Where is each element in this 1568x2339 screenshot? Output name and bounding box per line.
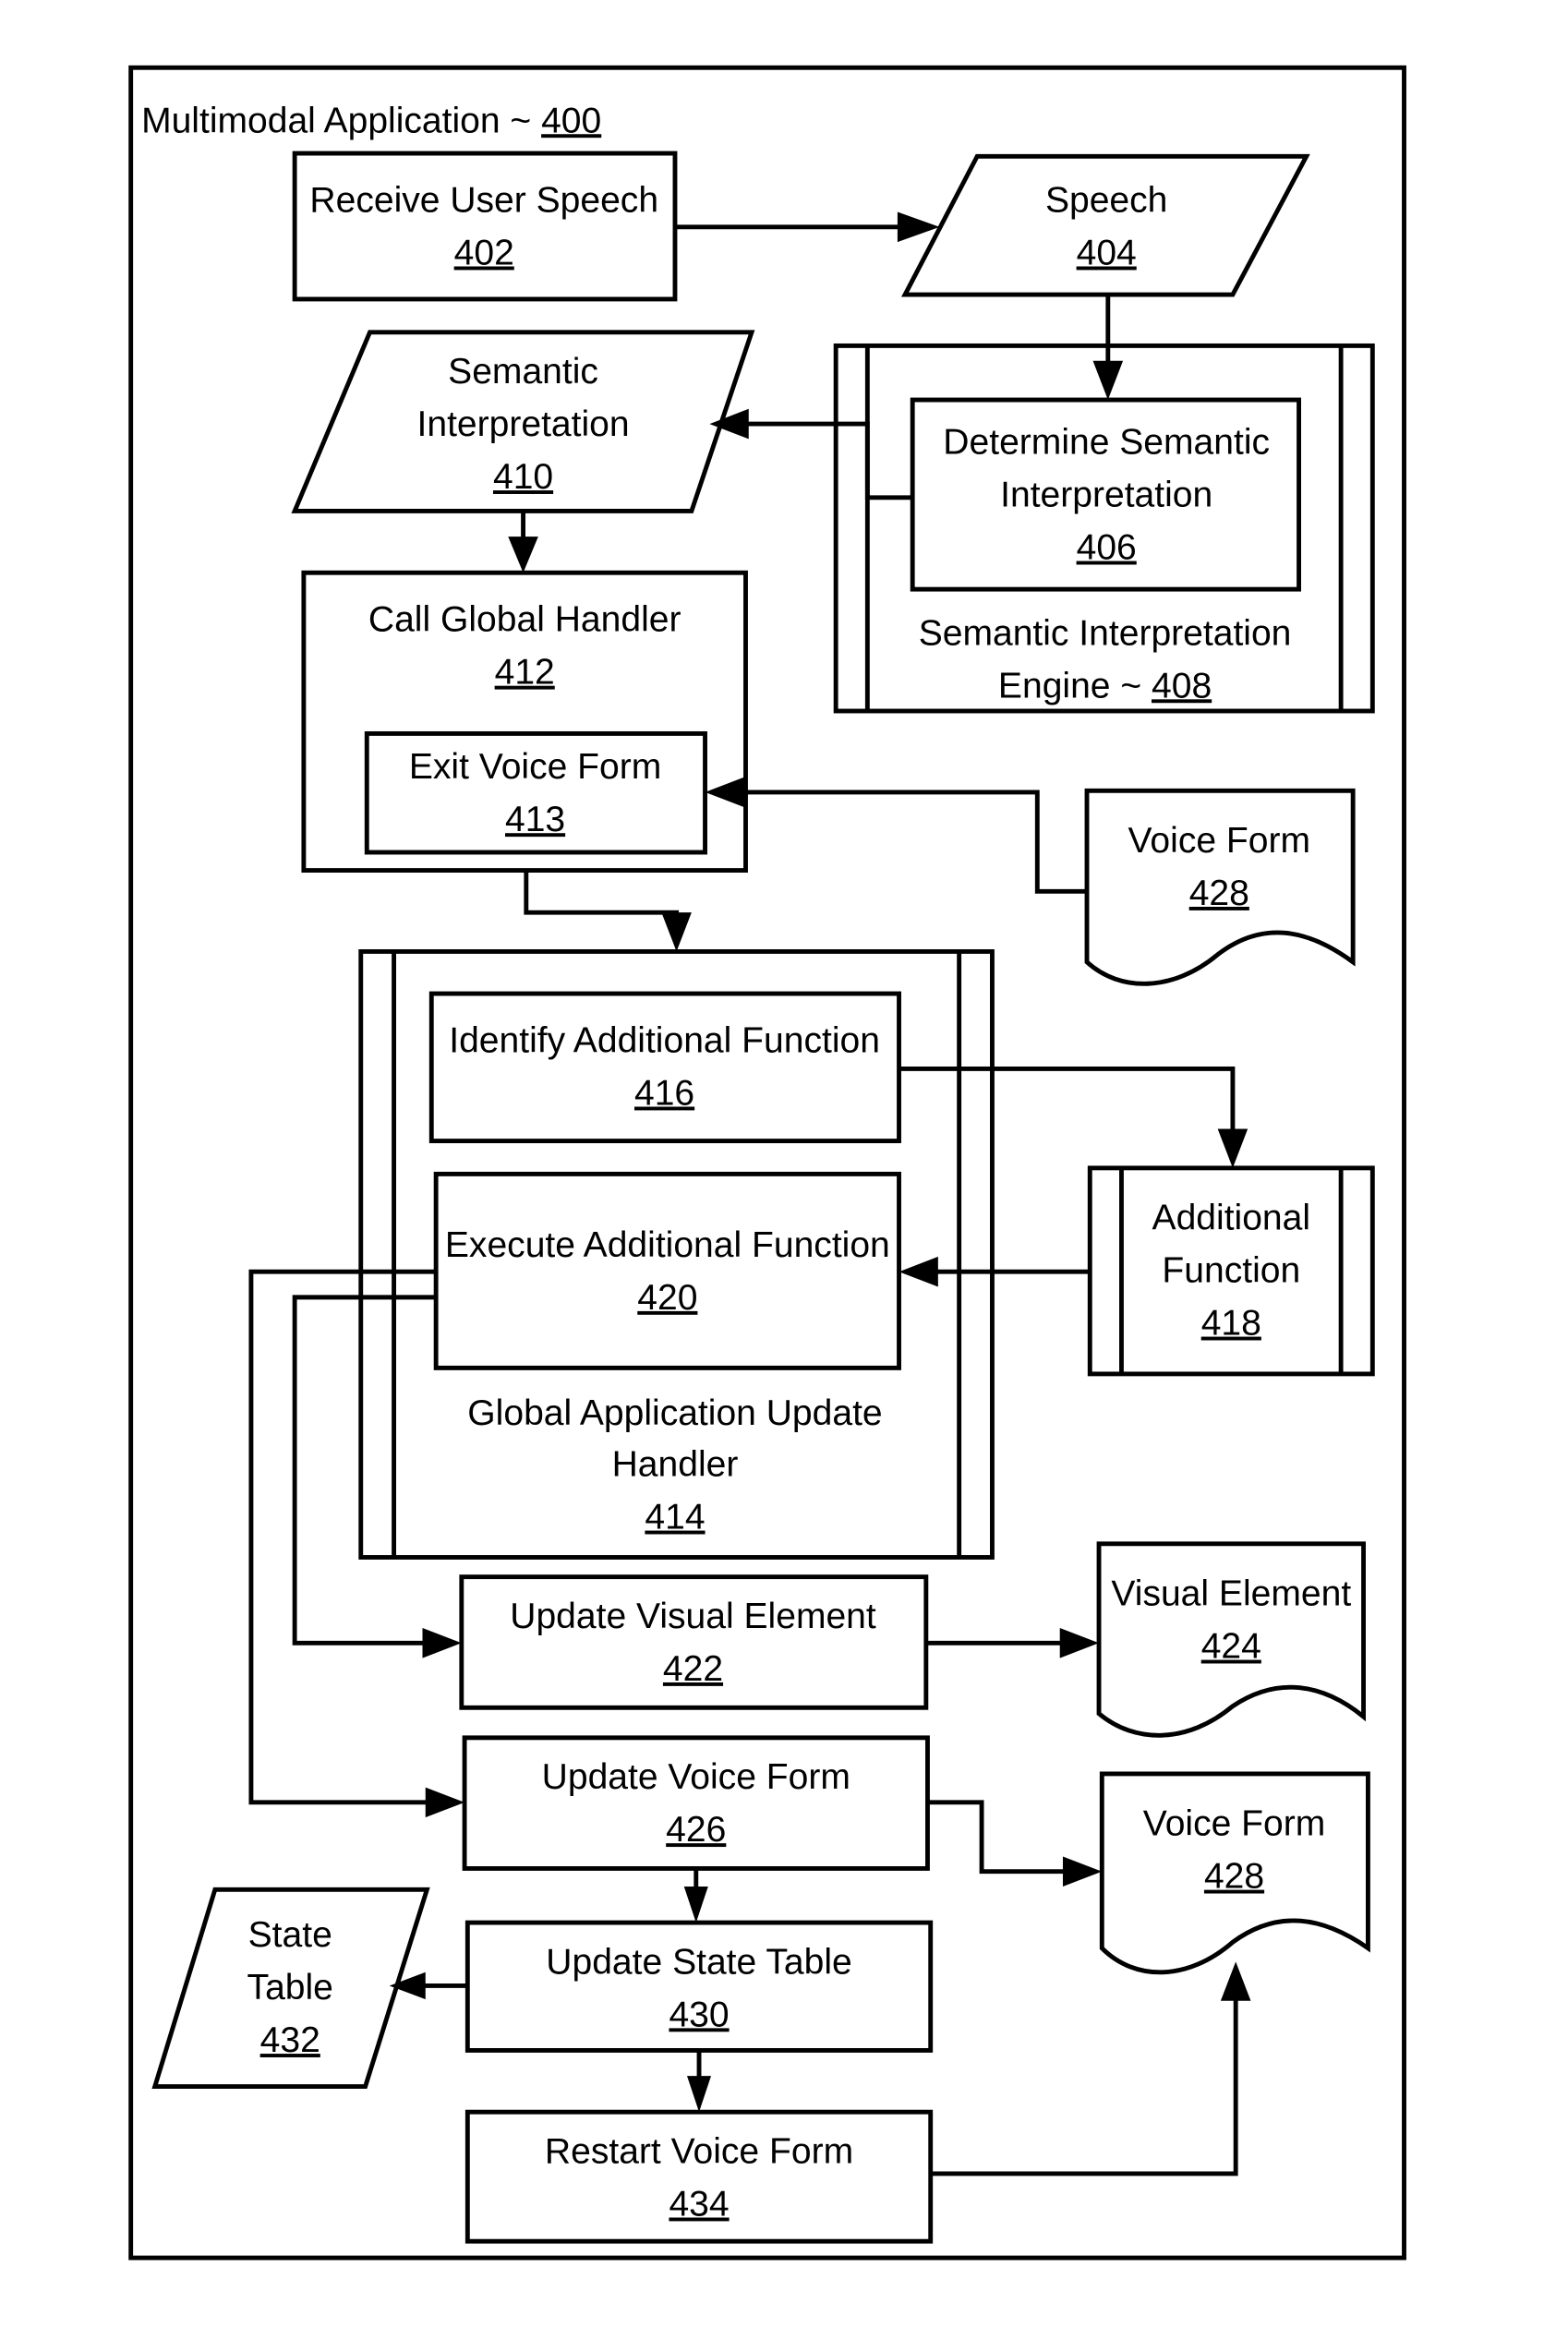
svg-text:Interpretation: Interpretation: [417, 404, 630, 444]
svg-text:410: 410: [493, 457, 553, 497]
svg-text:428: 428: [1189, 874, 1249, 913]
node-additional-function: Additional Function 418: [1087, 1165, 1375, 1377]
node-speech: Speech 404: [901, 153, 1310, 297]
svg-text:432: 432: [260, 2020, 320, 2060]
svg-text:Global Application Update: Global Application Update: [467, 1393, 882, 1433]
svg-text:Voice Form: Voice Form: [1143, 1804, 1325, 1844]
svg-text:Visual Element: Visual Element: [1111, 1574, 1351, 1614]
node-update-state-table: Update State Table 430: [464, 1920, 934, 2053]
svg-text:Update Visual Element: Update Visual Element: [510, 1597, 876, 1636]
svg-text:Determine Semantic: Determine Semantic: [943, 423, 1270, 463]
svg-text:Semantic Interpretation: Semantic Interpretation: [919, 613, 1292, 653]
svg-text:Semantic: Semantic: [448, 352, 598, 392]
flowchart: Multimodal Application ~ 400 Receive Use…: [128, 65, 1406, 2261]
svg-text:406: 406: [1077, 528, 1137, 568]
container-title: Multimodal Application ~ 400: [141, 101, 601, 140]
svg-text:420: 420: [637, 1278, 697, 1318]
svg-text:Update State Table: Update State Table: [546, 1942, 851, 1982]
node-execute-additional-function: Execute Additional Function 420: [433, 1171, 901, 1370]
svg-text:Exit Voice Form: Exit Voice Form: [409, 747, 661, 787]
node-restart-voice-form: Restart Voice Form 434: [464, 2109, 934, 2244]
svg-text:Additional: Additional: [1152, 1199, 1311, 1238]
svg-text:422: 422: [663, 1649, 723, 1689]
svg-text:412: 412: [495, 653, 555, 693]
node-update-voice-form: Update Voice Form 426: [462, 1735, 930, 1871]
svg-text:Function: Function: [1162, 1251, 1300, 1291]
svg-text:Speech: Speech: [1045, 181, 1167, 221]
svg-text:426: 426: [666, 1810, 726, 1850]
svg-text:Table: Table: [247, 1968, 333, 2007]
svg-text:Receive User Speech: Receive User Speech: [309, 181, 658, 221]
svg-text:413: 413: [505, 800, 565, 839]
svg-text:Engine ~ 408: Engine ~ 408: [998, 666, 1212, 705]
svg-text:424: 424: [1201, 1627, 1261, 1667]
svg-text:402: 402: [454, 234, 514, 273]
svg-text:Voice Form: Voice Form: [1128, 821, 1310, 861]
svg-text:434: 434: [669, 2185, 729, 2224]
svg-text:404: 404: [1077, 234, 1137, 273]
svg-text:428: 428: [1204, 1857, 1264, 1897]
svg-text:Identify Additional Function: Identify Additional Function: [449, 1021, 880, 1061]
svg-text:State: State: [248, 1915, 332, 1955]
svg-text:Execute Additional Function: Execute Additional Function: [445, 1225, 890, 1265]
node-update-visual-element: Update Visual Element 422: [459, 1574, 929, 1710]
svg-text:430: 430: [669, 1995, 729, 2034]
node-receive-user-speech: Receive User Speech 402: [292, 151, 678, 302]
node-semantic-interpretation: Semantic Interpretation 410: [291, 330, 755, 513]
svg-text:Update Voice Form: Update Voice Form: [542, 1757, 850, 1797]
svg-text:418: 418: [1201, 1304, 1261, 1344]
svg-text:414: 414: [645, 1498, 705, 1537]
svg-text:Handler: Handler: [612, 1445, 739, 1485]
svg-text:Interpretation: Interpretation: [1000, 476, 1212, 515]
svg-text:416: 416: [634, 1074, 694, 1114]
svg-text:Restart Voice Form: Restart Voice Form: [545, 2132, 853, 2172]
node-determine-semantic-interpretation: Determine Semantic Interpretation 406: [910, 397, 1301, 592]
node-exit-voice-form: Exit Voice Form 413: [364, 730, 707, 855]
node-identify-additional-function: Identify Additional Function 416: [428, 991, 901, 1144]
svg-text:Call Global Handler: Call Global Handler: [368, 600, 681, 640]
